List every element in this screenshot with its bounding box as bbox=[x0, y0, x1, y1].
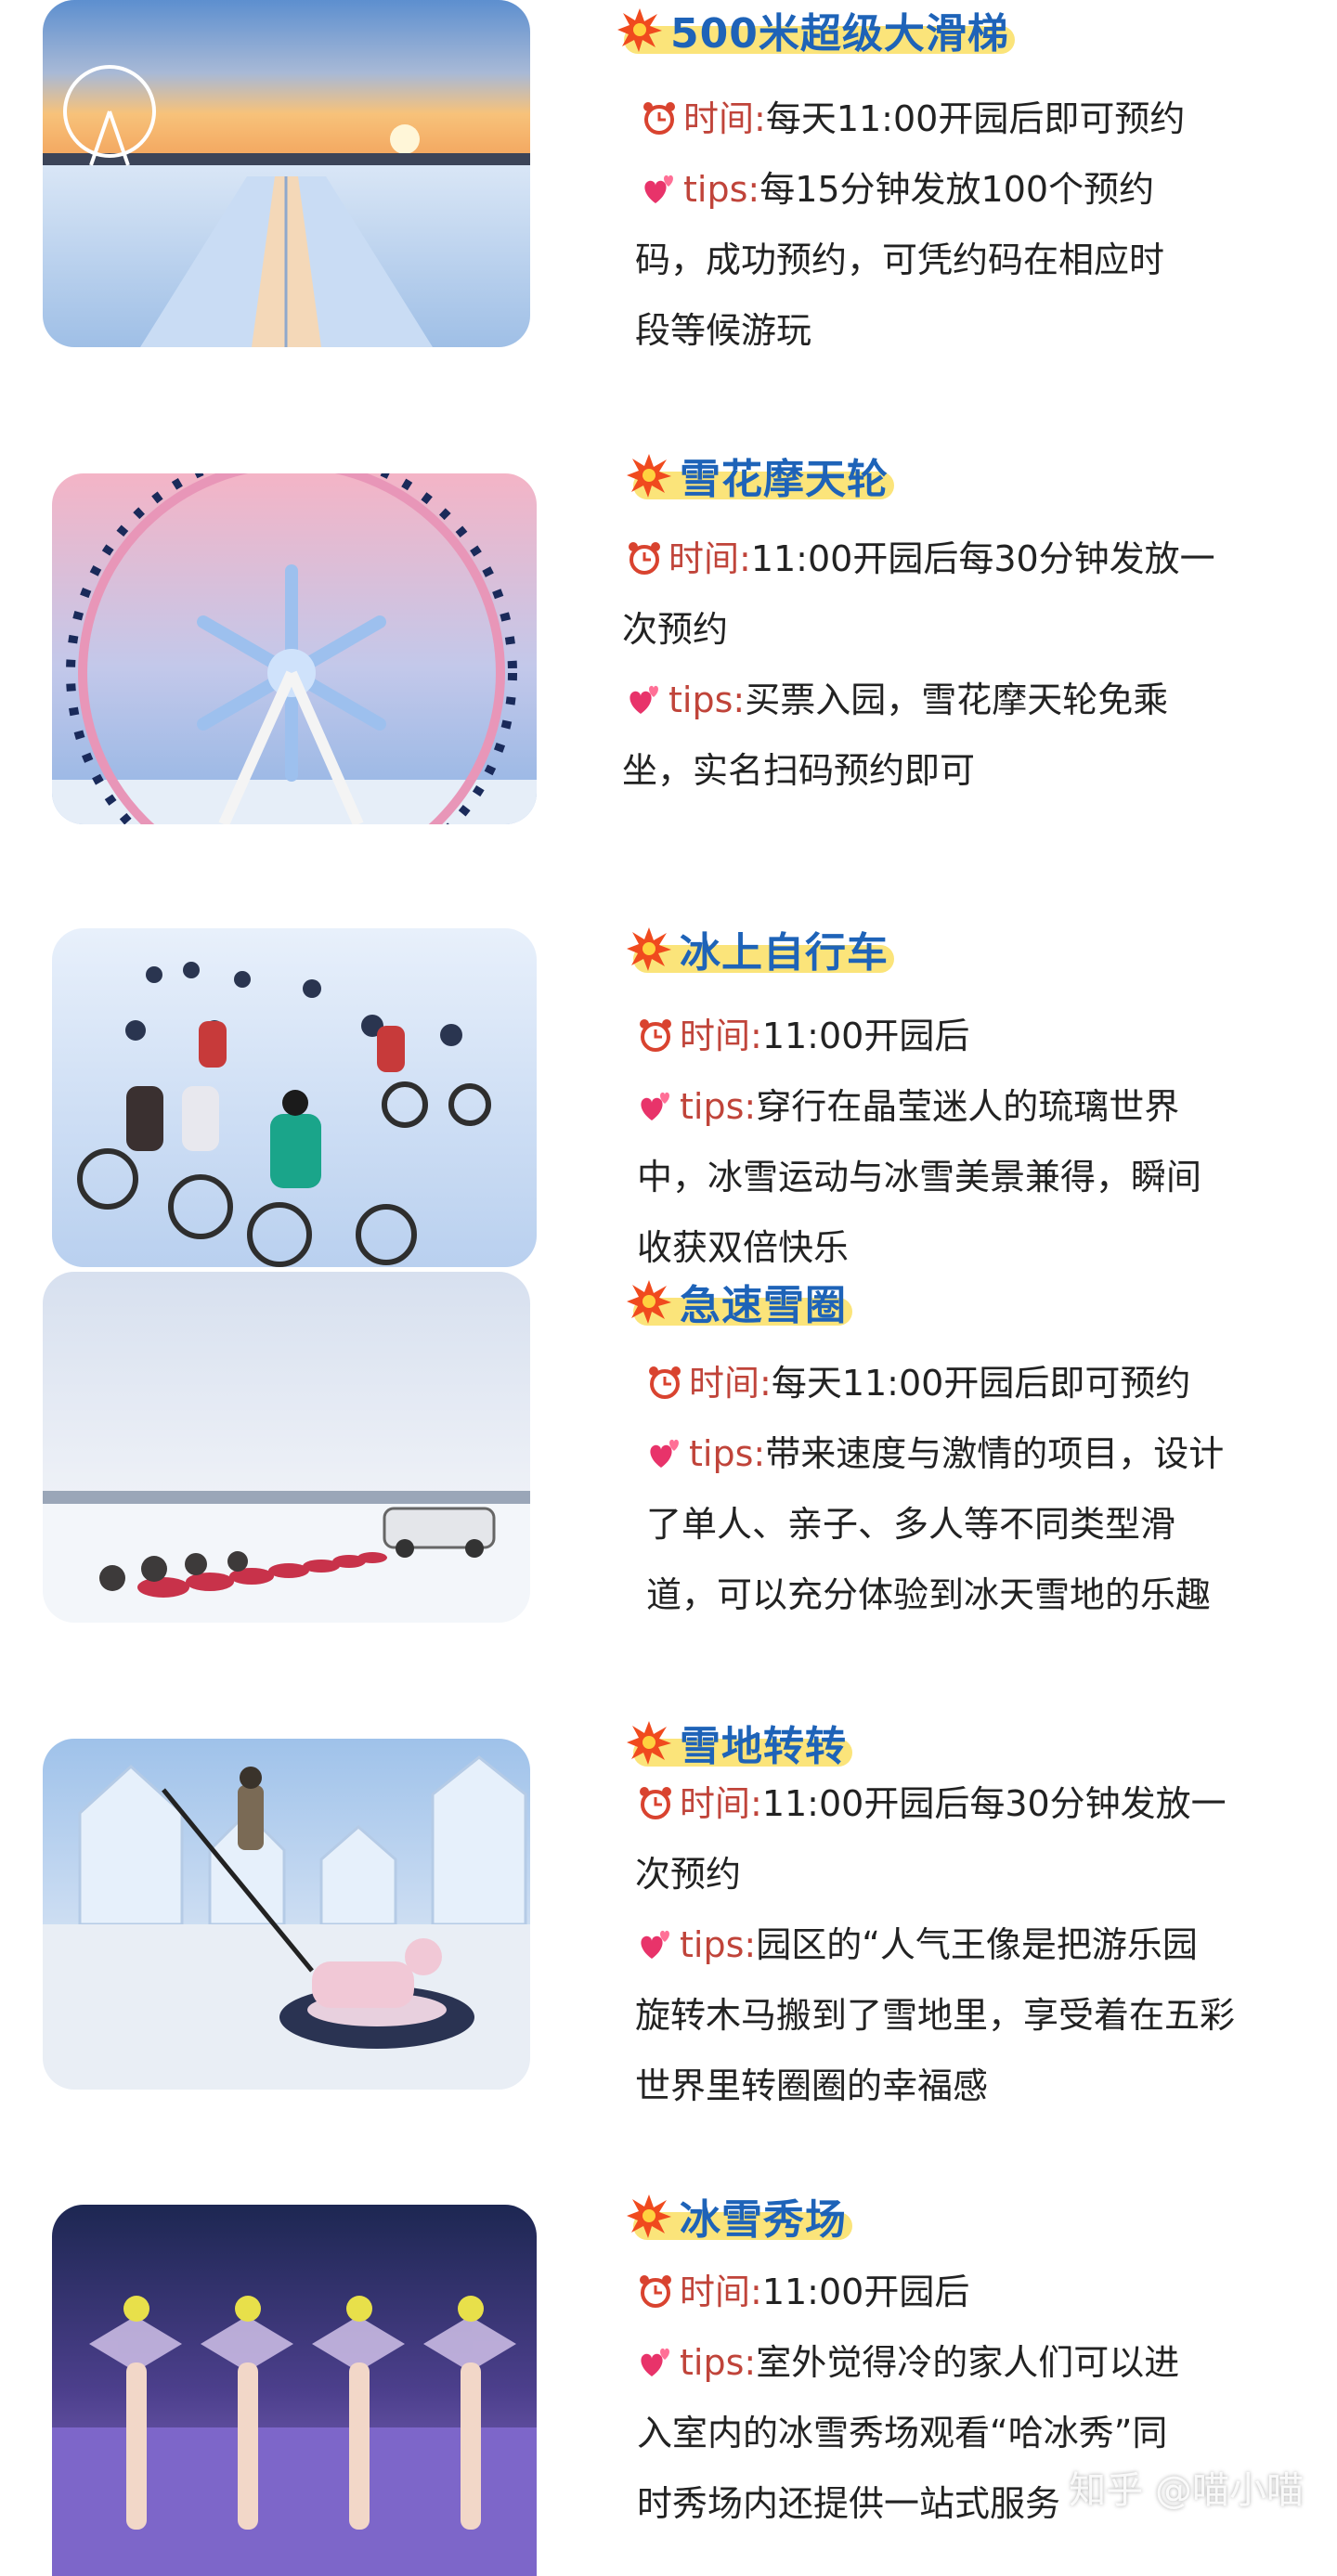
tips-label: tips: bbox=[680, 1924, 757, 1965]
tips-text-line: 码，成功预约，可凭约码在相应时 bbox=[635, 239, 1165, 280]
tips-text-line: 穿行在晶莹迷人的琉璃世界 bbox=[756, 1086, 1180, 1127]
snow-spin-tube-photo bbox=[43, 1739, 530, 2090]
time-label: 时间: bbox=[680, 1783, 762, 1824]
time-row: 时间:11:00开园后 bbox=[637, 1001, 969, 1071]
time-value: 每天11:00开园后即可预约 bbox=[765, 98, 1186, 139]
tips-text-line: 园区的“人气王像是把游乐园 bbox=[756, 1924, 1198, 1965]
two-hearts-icon bbox=[644, 175, 673, 203]
tips-text-line: 每15分钟发放100个预约 bbox=[759, 169, 1155, 210]
tips-label: tips: bbox=[680, 2342, 757, 2383]
starburst-icon bbox=[627, 1280, 671, 1324]
ice-slide-sunset-photo bbox=[43, 0, 530, 347]
tips-text-line: 时秀场内还提供一站式服务 bbox=[637, 2483, 1061, 2524]
tips-text-line: 买票入园，雪花摩天轮免乘 bbox=[745, 680, 1169, 720]
two-hearts-icon bbox=[630, 685, 658, 714]
section-title-text: 急速雪圈 bbox=[680, 1282, 847, 1329]
tips-row: tips:买票入园，雪花摩天轮免乘 bbox=[626, 665, 1168, 735]
tips-row: tips:室外觉得冷的家人们可以进 bbox=[637, 2327, 1179, 2398]
section-title-text: 雪花摩天轮 bbox=[680, 456, 889, 503]
section-title: 冰雪秀场 bbox=[626, 2186, 852, 2246]
alarm-clock-icon bbox=[643, 102, 675, 135]
tips-text-line: 入室内的冰雪秀场观看“哈冰秀”同 bbox=[637, 2413, 1168, 2453]
section-snowflake-ferris-wheel: 雪花摩天轮 时间:11:00开园后每30分钟发放一 次预约 tips:买票入园，… bbox=[0, 446, 1337, 873]
section-super-slide: 500米超级大滑梯 时间:每天11:00开园后即可预约 tips:每15分钟发放… bbox=[0, 0, 1337, 390]
time-value: 11:00开园后每30分钟发放一 bbox=[761, 1783, 1227, 1824]
section-snow-spin: 雪地转转 时间:11:00开园后每30分钟发放一 次预约 tips:园区的“人气… bbox=[0, 1713, 1337, 2130]
tips-text-line: 旋转木马搬到了雪地里，享受着在五彩 bbox=[635, 1995, 1236, 2036]
tips-text-line: 带来速度与激情的项目，设计 bbox=[765, 1433, 1225, 1474]
ice-show-stage-photo bbox=[52, 2205, 537, 2576]
time-row: 时间:11:00开园后每30分钟发放一 bbox=[637, 1768, 1227, 1839]
section-title: 500米超级大滑梯 bbox=[617, 0, 1015, 59]
section-title-text: 500米超级大滑梯 bbox=[670, 10, 1009, 58]
tips-row: tips:每15分钟发放100个预约 bbox=[641, 154, 1154, 225]
section-title: 雪地转转 bbox=[626, 1713, 852, 1772]
two-hearts-icon bbox=[641, 1930, 669, 1959]
tips-text-line: 世界里转圈圈的幸福感 bbox=[635, 2065, 989, 2106]
two-hearts-icon bbox=[650, 1439, 679, 1468]
alarm-clock-icon bbox=[640, 2275, 671, 2308]
tips-text-line: 了单人、亲子、多人等不同类型滑 bbox=[646, 1504, 1176, 1545]
snowflake-ferris-wheel-photo bbox=[52, 473, 537, 824]
time-row: 时间:每天11:00开园后即可预约 bbox=[646, 1348, 1190, 1418]
section-title: 急速雪圈 bbox=[626, 1272, 852, 1331]
section-title-text: 冰上自行车 bbox=[680, 929, 889, 977]
section-title-text: 冰雪秀场 bbox=[680, 2196, 847, 2244]
time-value: 11:00开园后 bbox=[761, 2272, 970, 2312]
section-title: 冰上自行车 bbox=[626, 919, 894, 978]
two-hearts-icon bbox=[641, 1092, 669, 1120]
tips-text-line: 室外觉得冷的家人们可以进 bbox=[756, 2342, 1180, 2383]
time-label: 时间: bbox=[680, 1016, 762, 1056]
tips-label: tips: bbox=[683, 169, 760, 210]
section-title: 雪花摩天轮 bbox=[626, 446, 894, 505]
alarm-clock-icon bbox=[629, 542, 660, 575]
starburst-icon bbox=[617, 8, 662, 52]
tips-text-line: 中，冰雪运动与冰雪美景兼得，瞬间 bbox=[637, 1157, 1202, 1197]
section-title-text: 雪地转转 bbox=[680, 1723, 847, 1770]
time-value: 11:00开园后每30分钟发放一 bbox=[750, 538, 1215, 579]
starburst-icon bbox=[627, 2194, 671, 2238]
time-row: 时间:每天11:00开园后即可预约 bbox=[641, 84, 1185, 154]
tips-text-line: 段等候游玩 bbox=[635, 310, 812, 351]
starburst-icon bbox=[627, 454, 671, 498]
section-speed-snow-tube: 急速雪圈 时间:每天11:00开园后即可预约 tips:带来速度与激情的项目，设… bbox=[0, 1272, 1337, 1662]
time-text-line: 次预约 bbox=[622, 609, 729, 650]
tips-label: tips: bbox=[668, 680, 746, 720]
time-text-line: 次预约 bbox=[635, 1854, 742, 1895]
ice-bicycles-photo bbox=[52, 928, 537, 1267]
time-row: 时间:11:00开园后 bbox=[637, 2257, 969, 2327]
snow-tube-train-photo bbox=[43, 1272, 530, 1623]
time-row: 时间:11:00开园后每30分钟发放一 bbox=[626, 524, 1215, 594]
time-label: 时间: bbox=[680, 2272, 762, 2312]
starburst-icon bbox=[627, 1721, 671, 1765]
tips-row: tips:园区的“人气王像是把游乐园 bbox=[637, 1909, 1198, 1980]
tips-text-line: 坐，实名扫码预约即可 bbox=[622, 750, 976, 791]
time-value: 11:00开园后 bbox=[761, 1016, 970, 1056]
tips-row: tips:穿行在晶莹迷人的琉璃世界 bbox=[637, 1071, 1179, 1142]
watermark: 知乎 @喵小喵 bbox=[1069, 2469, 1304, 2512]
starburst-icon bbox=[627, 927, 671, 971]
tips-row: tips:带来速度与激情的项目，设计 bbox=[646, 1418, 1224, 1489]
time-label: 时间: bbox=[668, 538, 751, 579]
section-ice-bicycle: 冰上自行车 时间:11:00开园后 tips:穿行在晶莹迷人的琉璃世界 中，冰雪… bbox=[0, 919, 1337, 1272]
two-hearts-icon bbox=[641, 2348, 669, 2376]
tips-label: tips: bbox=[680, 1086, 757, 1127]
alarm-clock-icon bbox=[640, 1787, 671, 1819]
alarm-clock-icon bbox=[640, 1019, 671, 1052]
time-label: 时间: bbox=[689, 1363, 772, 1404]
alarm-clock-icon bbox=[649, 1366, 681, 1399]
tips-text-line: 道，可以充分体验到冰天雪地的乐趣 bbox=[646, 1574, 1212, 1615]
tips-label: tips: bbox=[689, 1433, 766, 1474]
time-label: 时间: bbox=[683, 98, 766, 139]
time-value: 每天11:00开园后即可预约 bbox=[771, 1363, 1191, 1404]
